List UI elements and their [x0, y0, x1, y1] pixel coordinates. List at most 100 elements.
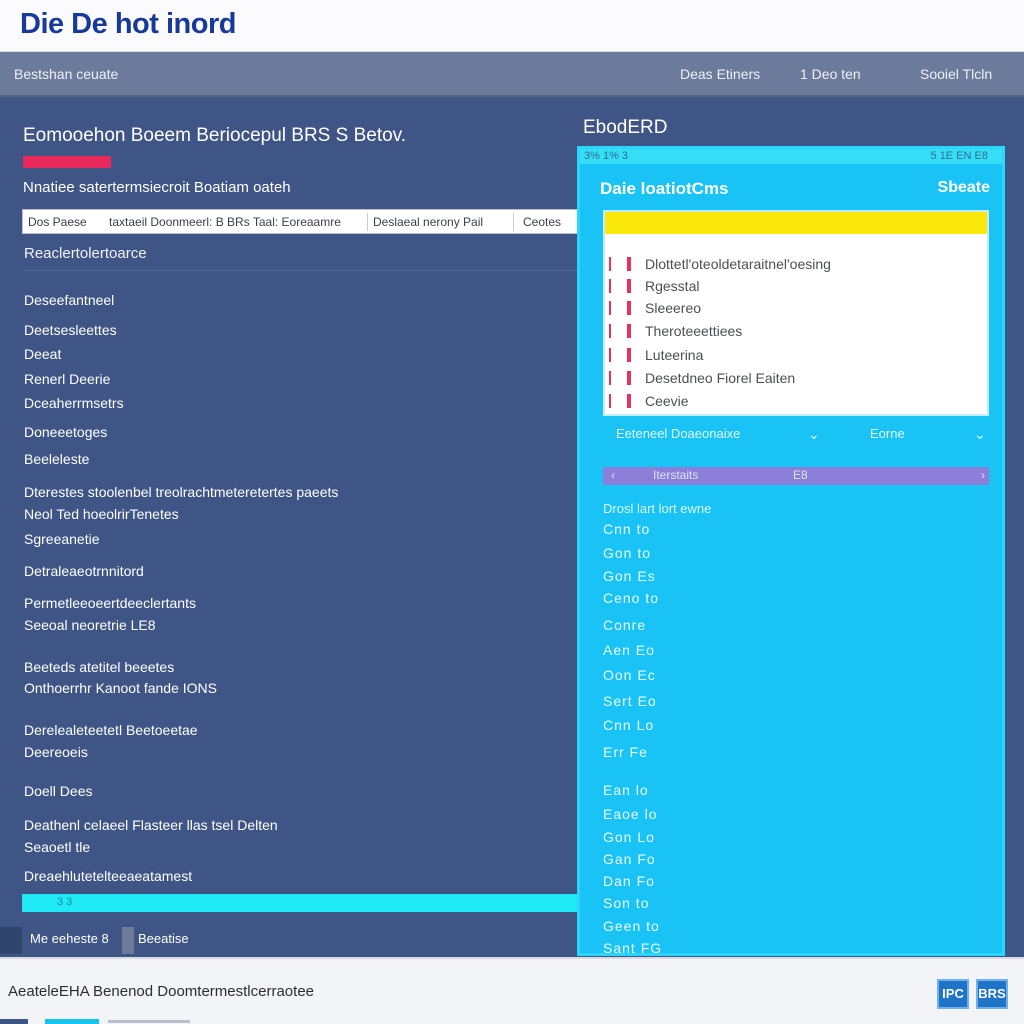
app-title[interactable]: Die De hot inord	[20, 8, 236, 41]
checkbox-icon[interactable]	[609, 279, 637, 293]
select-right-label: Eorne	[870, 426, 905, 441]
code-item[interactable]: Son to	[603, 895, 649, 911]
list-item[interactable]: Dreaehlutetelteeaeatamest	[24, 865, 192, 887]
pager-number: E8	[793, 468, 808, 482]
list-item[interactable]: Dterestes stoolenbel treolrachtmetereter…	[24, 481, 338, 503]
filter-divider	[513, 213, 514, 231]
nav-link-1[interactable]: Deas Etiners	[680, 66, 760, 82]
code-item[interactable]: Err Fe	[603, 744, 648, 760]
list-item[interactable]: Detraleaeotrnnitord	[24, 560, 144, 582]
code-item[interactable]: Eaoe lo	[603, 806, 657, 822]
app-header: Die De hot inord	[0, 0, 1024, 52]
code-item[interactable]: Aen Eo	[603, 642, 655, 658]
tab-handle[interactable]	[0, 927, 22, 954]
list-item[interactable]: Seaoetl tle	[24, 836, 90, 858]
select-right[interactable]: Eorne ⌄	[870, 426, 986, 448]
filter-bar: Dos Paese taxtaeil Doonmeerl: B BRs Taal…	[22, 209, 578, 234]
code-item[interactable]: Ean lo	[603, 782, 649, 798]
code-item[interactable]: Cnn to	[603, 521, 650, 537]
chevron-down-icon[interactable]: ⌄	[974, 426, 986, 443]
list-item[interactable]: Deeat	[24, 343, 61, 365]
option-row[interactable]: Luteerina	[609, 345, 983, 365]
checkbox-icon[interactable]	[609, 394, 637, 408]
list-item[interactable]: Onthoerrhr Kanoot fande IONS	[24, 677, 217, 699]
list-item[interactable]: Sgreeanetie	[24, 528, 100, 550]
divider	[22, 270, 578, 271]
option-row[interactable]: Desetdneo Fiorel Eaiten	[609, 368, 983, 388]
list-item[interactable]: Derelealeteetetl Beetoeetae	[24, 719, 198, 741]
panel-header: Daie loatiotCms	[600, 179, 729, 198]
bottom-tab-2[interactable]: Beeatise	[138, 927, 189, 954]
option-row[interactable]: Rgesstal	[609, 276, 983, 296]
chevron-down-icon[interactable]: ⌄	[808, 426, 820, 443]
card-highlight-bar	[605, 212, 987, 234]
list-item[interactable]: Beeleleste	[24, 448, 89, 470]
panel-caption: Drosl lart lort ewne	[603, 501, 712, 516]
code-item[interactable]: Geen to	[603, 918, 660, 934]
select-left-label: Eeteneel Doaeonaixe	[616, 426, 741, 441]
option-row[interactable]: Dlottetl'oteoldetaraitnel'oesing	[609, 254, 983, 274]
panel-strip-right: 5 1E EN E8	[930, 150, 988, 162]
code-item[interactable]: Sant FG	[603, 940, 662, 956]
code-item[interactable]: Oon Ec	[603, 667, 656, 683]
filter-2[interactable]: taxtaeil Doonmeerl: B BRs Taal: Eoreaamr…	[109, 215, 341, 229]
nav-bar: Bestshan ceuate Deas Etiners 1 Deo ten S…	[0, 52, 1024, 97]
option-row[interactable]: Ceevie	[609, 391, 983, 411]
list-item[interactable]: Permetleeoeertdeeclertants	[24, 592, 196, 614]
list-item[interactable]: Dceaherrmsetrs	[24, 392, 124, 414]
footer-text: AeateleEHA Benenod Doomtermestlcerraotee	[8, 983, 315, 1000]
panel-title: EbodERD	[583, 117, 668, 138]
footer-swatch	[45, 1019, 99, 1024]
bottom-tab-1[interactable]: Me eeheste 8	[30, 927, 109, 954]
checkbox-icon[interactable]	[609, 324, 637, 338]
nav-link-2[interactable]: 1 Deo ten	[800, 66, 861, 82]
badge-button[interactable]: IPC	[937, 979, 969, 1009]
badge-button[interactable]: BRS	[976, 979, 1008, 1009]
checkbox-icon[interactable]	[609, 257, 637, 271]
filter-divider	[367, 213, 368, 231]
list-item[interactable]: Seeoal neoretrie LE8	[24, 614, 156, 636]
list-item[interactable]: Deetsesleettes	[24, 319, 117, 341]
checkbox-icon[interactable]	[609, 348, 637, 362]
nav-link-3[interactable]: Sooiel Tlcln	[920, 66, 992, 82]
options-card: Dlottetl'oteoldetaraitnel'oesing Rgessta…	[603, 210, 989, 416]
list-item[interactable]: Deseefantneel	[24, 289, 114, 311]
code-item[interactable]: Gan Fo	[603, 851, 656, 867]
option-row[interactable]: Sleeereo	[609, 298, 983, 318]
pager-label: Iterstaits	[653, 468, 699, 482]
page-subtitle: Nnatiee satertermsiecroit Boatiam oateh	[23, 179, 291, 196]
code-item[interactable]: Dan Fo	[603, 873, 655, 889]
filter-4[interactable]: Ceotes	[523, 215, 561, 229]
code-item[interactable]: Ceno to	[603, 590, 659, 606]
code-item[interactable]: Gon Lo	[603, 829, 655, 845]
chevron-right-icon[interactable]: ›	[981, 468, 985, 482]
list-item[interactable]: Doneeetoges	[24, 421, 107, 443]
panel-strip-left: 3% 1% 3	[584, 150, 629, 162]
list-item[interactable]: Renerl Deerie	[24, 368, 110, 390]
checkbox-icon[interactable]	[609, 371, 637, 385]
select-left[interactable]: Eeteneel Doaeonaixe ⌄	[616, 426, 820, 448]
filter-3[interactable]: Deslaeal nerony Pail	[373, 215, 483, 229]
footer-rule	[108, 1020, 190, 1023]
list-item[interactable]: Deathenl celaeel Flasteer llas tsel Delt…	[24, 814, 278, 836]
checkbox-icon[interactable]	[609, 301, 637, 315]
filter-1[interactable]: Dos Paese	[28, 215, 87, 229]
footer-swatch	[0, 1019, 28, 1024]
chevron-left-icon[interactable]: ‹	[611, 468, 615, 482]
list-item[interactable]: Doell Dees	[24, 780, 92, 802]
list-item[interactable]: Beeteds atetitel beeetes	[24, 656, 174, 678]
code-item[interactable]: Gon to	[603, 545, 651, 561]
code-item[interactable]: Gon Es	[603, 568, 656, 584]
progress-label: 3 3	[57, 896, 73, 908]
code-item[interactable]: Conre	[603, 617, 646, 633]
panel-header-action[interactable]: Sbeate	[938, 179, 990, 197]
main-content: Eomooehon Boeem Beriocepul BRS S Betov. …	[0, 97, 578, 957]
bottom-tabs: Me eeheste 8 Beeatise	[0, 927, 578, 954]
list-item[interactable]: Deereoeis	[24, 741, 88, 763]
side-panel: 3% 1% 3 5 1E EN E8 Daie loatiotCms Sbeat…	[577, 146, 1005, 956]
breadcrumb[interactable]: Bestshan ceuate	[14, 66, 118, 82]
code-item[interactable]: Sert Eo	[603, 693, 657, 709]
code-item[interactable]: Cnn Lo	[603, 717, 654, 733]
list-item[interactable]: Neol Ted hoeolrirTenetes	[24, 503, 179, 525]
option-row[interactable]: Theroteeettiees	[609, 321, 983, 341]
